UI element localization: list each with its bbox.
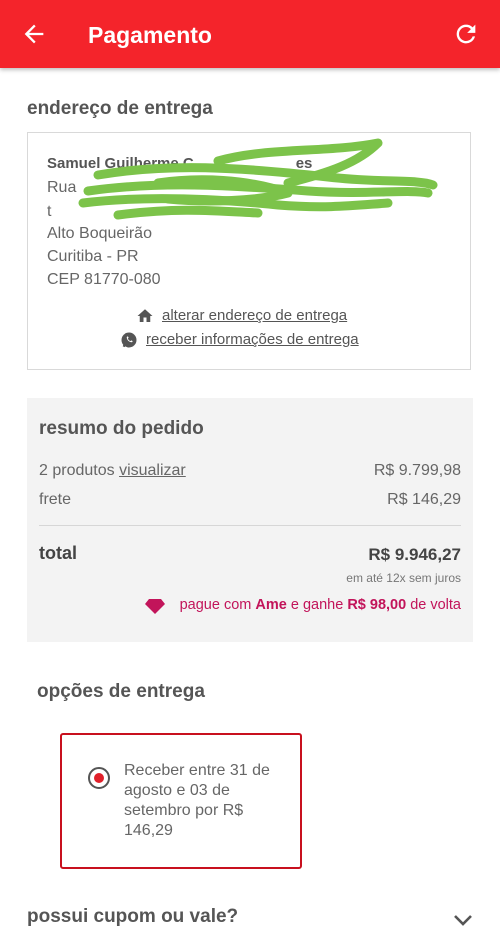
app-bar: Pagamento — [0, 0, 500, 68]
ame-diamond-icon — [145, 599, 165, 614]
installments-text: em até 12x sem juros — [346, 571, 461, 585]
ame-cashback-text: pague com Ame e ganhe R$ 98,00 de volta — [179, 597, 461, 613]
whatsapp-icon — [121, 332, 137, 348]
order-summary: resumo do pedido 2 produtos visualizar R… — [27, 398, 473, 642]
shipping-label: frete — [39, 491, 72, 508]
address-card: Samuel Guilherme Ces Rua t Alto Boqueirã… — [27, 132, 471, 370]
delivery-option-text: Receber entre 31 de agosto e 03 de setem… — [124, 762, 270, 839]
chevron-down-icon[interactable] — [452, 913, 474, 929]
delivery-option-card[interactable]: Receber entre 31 de agosto e 03 de setem… — [60, 733, 302, 869]
delivery-info-link[interactable]: receber informações de entrega — [146, 331, 359, 348]
shipping-value: R$ 146,29 — [387, 491, 461, 508]
total-label: total — [39, 543, 77, 563]
refresh-icon[interactable] — [452, 20, 480, 48]
products-value: R$ 9.799,98 — [373, 462, 461, 479]
view-products-link[interactable]: visualizar — [119, 462, 186, 479]
redaction-scribble — [78, 138, 438, 220]
coupon-section-title[interactable]: possui cupom ou vale? — [27, 906, 238, 928]
products-row-label: 2 produtos visualizar — [39, 462, 186, 479]
page-title: Pagamento — [88, 22, 212, 48]
address-city: Curitiba - PR — [47, 248, 139, 265]
change-address-link[interactable]: alterar endereço de entrega — [162, 307, 347, 324]
delivery-section-title: opções de entrega — [37, 681, 205, 702]
summary-divider — [39, 525, 461, 526]
home-icon — [137, 309, 153, 322]
arrow-left-icon[interactable] — [20, 20, 48, 48]
address-section-title: endereço de entrega — [27, 98, 213, 119]
summary-title: resumo do pedido — [39, 418, 204, 439]
address-zip: CEP 81770-080 — [47, 271, 161, 288]
total-value: R$ 9.946,27 — [368, 545, 461, 564]
delivery-option-radio[interactable] — [88, 767, 110, 789]
